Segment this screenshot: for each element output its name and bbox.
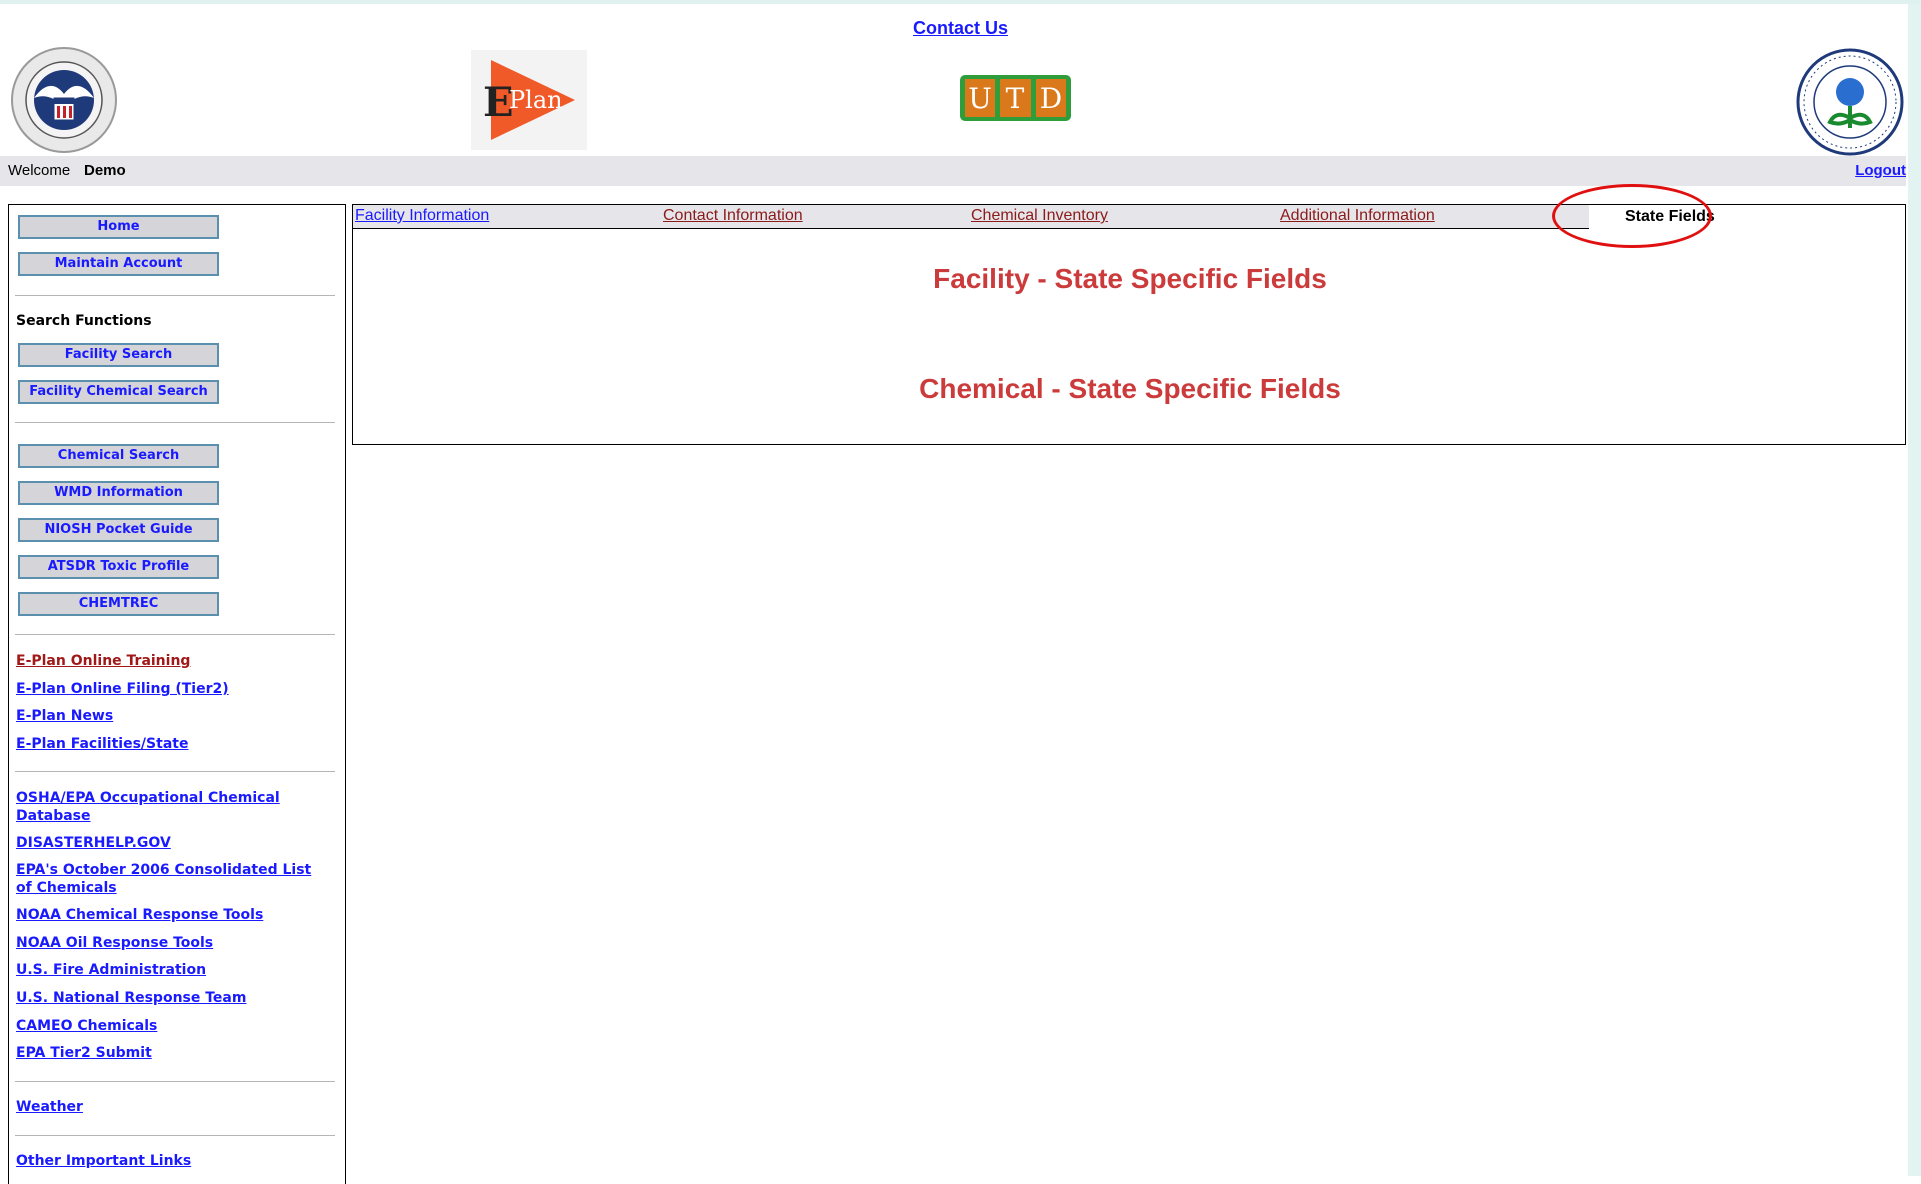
welcome-bar: Welcome Demo Logout bbox=[0, 156, 1906, 186]
utd-logo: U T D bbox=[959, 74, 1072, 122]
tab-additional-information[interactable]: Additional Information bbox=[1280, 207, 1435, 225]
noaa-oil-response-link[interactable]: NOAA Oil Response Tools bbox=[16, 934, 326, 952]
eplan-logo: E Plan bbox=[471, 50, 587, 150]
chemical-state-fields-heading: Chemical - State Specific Fields bbox=[919, 373, 1341, 404]
epa-tier2-submit-link[interactable]: EPA Tier2 Submit bbox=[16, 1044, 326, 1062]
eplan-facilities-state-link[interactable]: E-Plan Facilities/State bbox=[16, 735, 326, 753]
facility-chemical-search-button[interactable]: Facility Chemical Search bbox=[18, 380, 219, 404]
sidebar-divider bbox=[15, 634, 335, 635]
noaa-chemical-response-link[interactable]: NOAA Chemical Response Tools bbox=[16, 906, 326, 924]
contact-us-link[interactable]: Contact Us bbox=[913, 18, 1008, 38]
osha-epa-database-link[interactable]: OSHA/EPA Occupational Chemical Database bbox=[16, 789, 326, 825]
chemical-search-button[interactable]: Chemical Search bbox=[18, 444, 219, 468]
us-fire-administration-link[interactable]: U.S. Fire Administration bbox=[16, 961, 326, 979]
contact-us: Contact Us bbox=[0, 18, 1921, 39]
niosh-pocket-guide-button[interactable]: NIOSH Pocket Guide bbox=[18, 518, 219, 542]
utd-u-letter: U bbox=[968, 82, 992, 115]
welcome-label: Welcome bbox=[8, 162, 71, 179]
logout-link[interactable]: Logout bbox=[1855, 156, 1906, 186]
wmd-information-button[interactable]: WMD Information bbox=[18, 481, 219, 505]
utd-d-letter: D bbox=[1040, 82, 1062, 115]
us-national-response-team-link[interactable]: U.S. National Response Team bbox=[16, 989, 326, 1007]
search-functions-title: Search Functions bbox=[16, 313, 152, 329]
maintain-account-button[interactable]: Maintain Account bbox=[18, 252, 219, 276]
sidebar-divider bbox=[15, 295, 335, 296]
facility-state-fields-heading: Facility - State Specific Fields bbox=[933, 263, 1327, 294]
chemtrec-button[interactable]: CHEMTREC bbox=[18, 592, 219, 616]
facility-search-button[interactable]: Facility Search bbox=[18, 343, 219, 367]
atsdr-toxic-profile-button[interactable]: ATSDR Toxic Profile bbox=[18, 555, 219, 579]
eplan-plan-text: Plan bbox=[509, 86, 563, 114]
dhs-seal-logo bbox=[10, 46, 118, 154]
username: Demo bbox=[84, 162, 126, 179]
eplan-online-training-link[interactable]: E-Plan Online Training bbox=[16, 652, 326, 670]
tab-facility-information[interactable]: Facility Information bbox=[355, 207, 489, 225]
epa-seal-logo bbox=[1796, 48, 1904, 156]
sidebar-divider bbox=[15, 1081, 335, 1082]
eplan-online-filing-link[interactable]: E-Plan Online Filing (Tier2) bbox=[16, 680, 326, 698]
sidebar-divider bbox=[15, 422, 335, 423]
weather-link[interactable]: Weather bbox=[16, 1098, 326, 1116]
home-button[interactable]: Home bbox=[18, 215, 219, 239]
window-edge bbox=[1908, 4, 1921, 1176]
tab-contact-information[interactable]: Contact Information bbox=[663, 207, 803, 225]
sidebar-divider bbox=[15, 771, 335, 772]
epa-consolidated-list-link[interactable]: EPA's October 2006 Consolidated List of … bbox=[16, 861, 326, 897]
disasterhelp-link[interactable]: DISASTERHELP.GOV bbox=[16, 834, 326, 852]
other-important-links-link[interactable]: Other Important Links bbox=[16, 1152, 326, 1170]
eplan-news-link[interactable]: E-Plan News bbox=[16, 707, 326, 725]
cameo-chemicals-link[interactable]: CAMEO Chemicals bbox=[16, 1017, 326, 1035]
tab-chemical-inventory[interactable]: Chemical Inventory bbox=[971, 207, 1108, 225]
utd-t-letter: T bbox=[1006, 82, 1025, 115]
sidebar-divider bbox=[15, 1135, 335, 1136]
sidebar: Home Maintain Account Search Functions F… bbox=[8, 204, 346, 1184]
highlight-ring bbox=[1552, 184, 1712, 248]
